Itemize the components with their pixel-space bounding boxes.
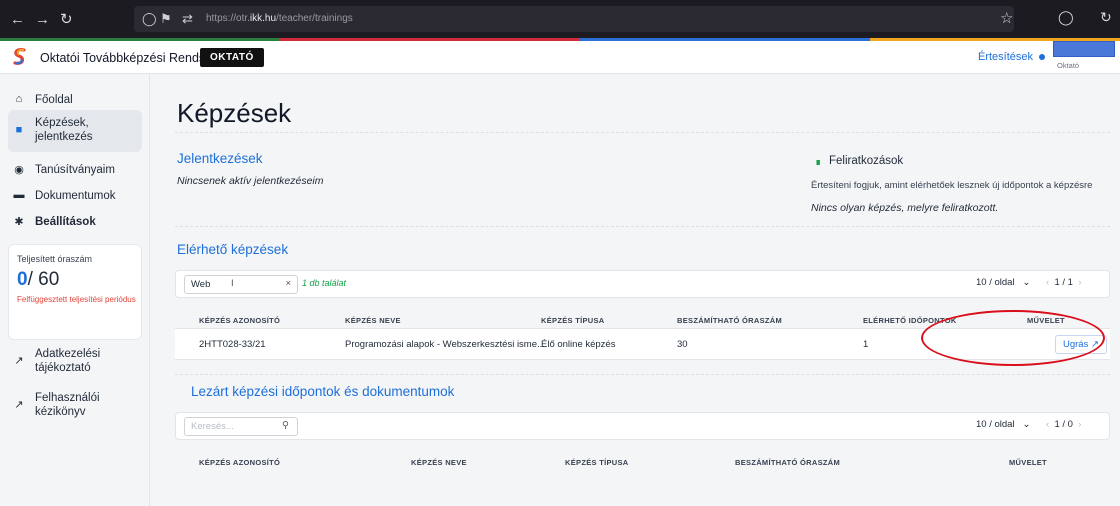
divider [175,226,1110,227]
stat-warning: Felfüggesztett teljesítési periódus [17,295,136,304]
result-count: 1 db találat [302,278,347,288]
next-page-icon[interactable]: › [1078,277,1081,288]
available-heading: Elérhető képzések [177,242,289,257]
column-header: BESZÁMÍTHATÓ ÓRASZÁM [735,458,841,467]
lock-icon: ⚑ [160,11,172,26]
app-title[interactable]: Oktatói Továbbképzési Rendszer [40,51,223,65]
book-icon: ■ [15,124,23,136]
closed-search-input[interactable]: Keresés... ⚲ [184,417,298,436]
subscriptions-note: Értesíteni fogjuk, amint elérhetőek lesz… [811,180,1093,191]
closed-filter-bar: Keresés... ⚲ 10 / oldal ⌄ ‹ 1 / 0 › [175,412,1110,440]
column-header: KÉPZÉS AZONOSÍTÓ [199,458,281,467]
prev-page-icon[interactable]: ‹ [1046,419,1049,430]
gear-icon: ✱ [14,216,24,228]
bookmark-star-icon[interactable]: ☆ [1000,9,1013,27]
column-header: KÉPZÉS TÍPUSA [541,316,605,325]
sidebar-item-label: Főoldal [35,94,73,106]
notifications-link[interactable]: Értesítések [978,51,1046,63]
column-header: KÉPZÉS AZONOSÍTÓ [199,316,281,325]
search-icon: ⚲ [282,420,289,431]
main-content: Képzések Jelentkezések Nincsenek aktív j… [151,74,1120,506]
subscriptions-empty: Nincs olyan képzés, melyre feliratkozott… [811,202,999,214]
role-badge: OKTATÓ [200,48,264,67]
clear-search-icon[interactable]: × [285,278,291,289]
sidebar-item-trainings[interactable]: ■ Képzések, jelentkezés [8,110,142,152]
chevron-down-icon: ⌄ [1022,419,1031,430]
closed-heading: Lezárt képzési időpontok és dokumentumok [191,384,455,399]
column-header: MŰVELET [1027,316,1065,325]
external-link-icon: ↗ [14,355,24,367]
training-name: Programozási alapok - Webszerkesztési is… [345,339,545,350]
divider [175,374,1110,375]
sidebar-item-settings[interactable]: ✱ Beállítások [8,214,142,232]
available-search-input[interactable]: Web I × [184,275,298,294]
column-header: KÉPZÉS NEVE [411,458,467,467]
column-header: KÉPZÉS NEVE [345,316,401,325]
user-name-redacted [1053,41,1115,57]
text-cursor-icon: I [231,278,234,289]
sidebar-item-documents[interactable]: ▬ Dokumentumok [8,188,142,206]
available-filter-bar: Web I × 1 db találat 10 / oldal ⌄ ‹ 1 / … [175,270,1110,298]
next-page-icon[interactable]: › [1078,419,1081,430]
user-menu[interactable]: Oktató [1053,41,1117,74]
column-header: MŰVELET [1009,458,1047,467]
stat-value: 0/ 60 [17,269,60,290]
column-header: ELÉRHETŐ IDŐPONTOK [863,316,957,325]
permissions-icon: ⇄ [182,11,193,26]
training-type: Élő online képzés [541,339,616,350]
sidebar-item-home[interactable]: ⌂ Főoldal [8,92,142,110]
sidebar-item-label: Adatkezelési tájékoztató [35,348,101,374]
browser-nav-buttons[interactable]: ←→↻ [10,10,83,28]
certificate-icon: ◉ [14,164,24,176]
app-header: Oktatói Továbbképzési Rendszer OKTATÓ Ér… [0,41,1120,74]
shield-icon: ◯ [142,11,157,26]
sidebar-item-label: Felhasználói kézikönyv [35,392,100,418]
logo-icon [13,48,26,65]
extensions-icon[interactable]: ↻ [1100,9,1112,26]
sidebar-item-label: Képzések, jelentkezés [35,117,93,143]
sidebar-item-certificates[interactable]: ◉ Tanúsítványaim [8,162,142,180]
chevron-down-icon: ⌄ [1022,277,1031,288]
closed-table-header: KÉPZÉS AZONOSÍTÓ KÉPZÉS NEVE KÉPZÉS TÍPU… [175,452,1110,474]
jump-button[interactable]: Ugrás ↗ [1055,335,1107,354]
page-size-select[interactable]: 10 / oldal ⌄ [976,419,1030,430]
sidebar: ⌂ Főoldal ■ Képzések, jelentkezés ◉ Tanú… [0,74,150,506]
divider [175,132,1110,133]
applications-heading: Jelentkezések [177,151,263,166]
column-header: BESZÁMÍTHATÓ ÓRASZÁM [677,316,783,325]
pagination[interactable]: ‹ 1 / 1 › [1046,277,1081,288]
sidebar-item-privacy[interactable]: ↗ Adatkezelési tájékoztató [8,346,142,380]
rss-icon: ∎ [815,157,822,168]
pagination[interactable]: ‹ 1 / 0 › [1046,419,1081,430]
training-slots: 1 [863,339,869,350]
column-header: KÉPZÉS TÍPUSA [565,458,629,467]
prev-page-icon[interactable]: ‹ [1046,277,1049,288]
page-title: Képzések [177,98,292,128]
sidebar-item-label: Dokumentumok [35,190,116,202]
hours-stat-card: Teljesített óraszám 0/ 60 Felfüggesztett… [8,244,142,340]
user-role: Oktató [1057,61,1080,70]
external-link-icon: ↗ [14,399,24,411]
home-icon: ⌂ [15,93,23,105]
table-row[interactable]: 2HTT028-33/21 Programozási alapok - Webs… [175,328,1110,360]
browser-toolbar: ←→↻ ◯ ⚑ ⇄ https://otr.ikk.hu/teacher/tra… [0,0,1120,38]
notification-dot-icon [1039,54,1046,61]
address-bar[interactable]: ◯ ⚑ ⇄ https://otr.ikk.hu/teacher/trainin… [134,6,1014,32]
subscriptions-heading: Feliratkozások [829,155,904,167]
training-hours: 30 [677,339,688,350]
page-size-select[interactable]: 10 / oldal ⌄ [976,277,1030,288]
folder-icon: ▬ [13,189,25,201]
stat-title: Teljesített óraszám [17,254,93,264]
training-id: 2HTT028-33/21 [199,339,266,350]
pocket-icon[interactable]: ◯ [1058,9,1074,26]
applications-empty: Nincsenek aktív jelentkezéseim [177,175,324,187]
url-text: https://otr.ikk.hu/teacher/trainings [206,13,353,24]
sidebar-item-manual[interactable]: ↗ Felhasználói kézikönyv [8,390,142,424]
sidebar-item-label: Tanúsítványaim [35,164,115,176]
sidebar-item-label: Beállítások [35,216,96,228]
